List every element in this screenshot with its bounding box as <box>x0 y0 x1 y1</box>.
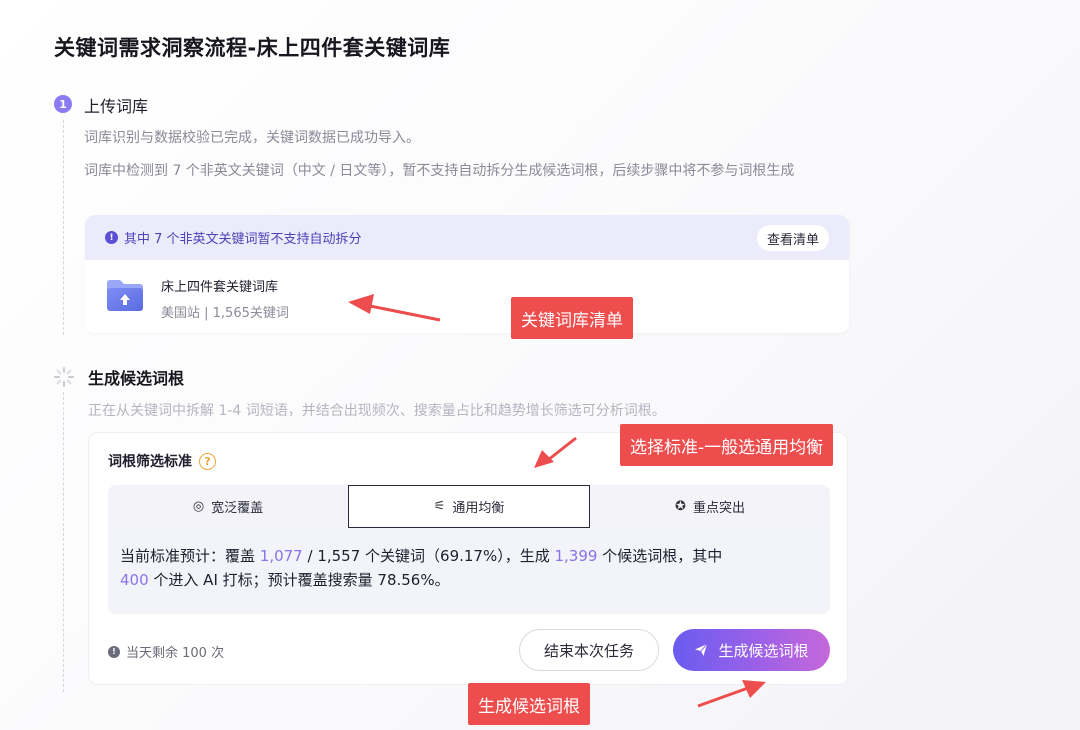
info-icon: ! <box>108 645 120 658</box>
info-icon: ! <box>105 231 118 244</box>
star-icon: ✪ <box>675 499 686 514</box>
step1-warning-description: 词库中检测到 7 个非英文关键词（中文 / 日文等），暂不支持自动拆分生成候选词… <box>84 163 795 179</box>
page-title: 关键词需求洞察流程-床上四件套关键词库 <box>54 36 451 60</box>
ai-tag-count: 400 <box>120 571 149 589</box>
tab-broad-coverage[interactable]: ◎ 宽泛覆盖 <box>108 485 348 528</box>
generated-count: 1,399 <box>554 547 598 565</box>
stats-text: 个进入 AI 打标；预计覆盖搜索量 78.56%。 <box>148 571 450 589</box>
keyword-library-card: ! 其中 7 个非英文关键词暂不支持自动拆分 查看清单 床上四件套关键词库 美国… <box>85 215 849 333</box>
stats-text: 个候选词根，其中 <box>597 547 723 565</box>
arrow-annotation <box>697 680 766 708</box>
step2-description: 正在从关键词中拆解 1-4 词短语，并结合出现频次、搜索量占比和趋势增长筛选可分… <box>88 403 666 419</box>
callout-criteria: 选择标准-一般选通用均衡 <box>620 424 834 466</box>
estimate-stats: 当前标准预计：覆盖 1,077 / 1,557 个关键词（69.17%），生成 … <box>108 528 830 614</box>
send-icon <box>695 643 708 656</box>
tab-label: 重点突出 <box>692 501 745 516</box>
criteria-tabs: ◎ 宽泛覆盖 ⚟ 通用均衡 ✪ 重点突出 <box>108 485 830 528</box>
criteria-card: 词根筛选标准 ? ◎ 宽泛覆盖 ⚟ 通用均衡 ✪ 重点突出 当前标准预计：覆盖 … <box>88 432 848 685</box>
arrow-annotation <box>534 436 577 468</box>
file-meta: 美国站 | 1,565关键词 <box>161 306 289 321</box>
tab-label: 宽泛覆盖 <box>211 501 264 516</box>
radar-icon: ◎ <box>192 499 205 514</box>
criteria-label-text: 词根筛选标准 <box>108 454 192 470</box>
view-list-button[interactable]: 查看清单 <box>756 225 829 251</box>
remaining-quota: ! 当天剩余 100 次 <box>108 642 224 661</box>
criteria-label: 词根筛选标准 ? <box>108 451 216 471</box>
loading-spinner-icon <box>54 367 74 387</box>
folder-upload-icon <box>107 280 143 311</box>
notice-bar: ! 其中 7 个非英文关键词暂不支持自动拆分 查看清单 <box>85 215 849 260</box>
stats-text: / 1,557 个关键词（69.17%），生成 <box>302 547 555 565</box>
timeline-divider <box>63 392 64 692</box>
step1-description: 词库识别与数据校验已完成，关键词数据已成功导入。 <box>84 130 420 146</box>
step1-title: 上传词库 <box>84 97 149 116</box>
file-name: 床上四件套关键词库 <box>161 280 279 295</box>
timeline-divider <box>63 120 64 335</box>
help-icon[interactable]: ? <box>199 452 216 470</box>
step2-title: 生成候选词根 <box>88 369 185 388</box>
tab-focused[interactable]: ✪ 重点突出 <box>590 485 830 528</box>
tab-balanced[interactable]: ⚟ 通用均衡 <box>348 485 590 528</box>
callout-keyword-list: 关键词库清单 <box>511 297 633 339</box>
callout-generate: 生成候选词根 <box>468 683 590 725</box>
sliders-icon: ⚟ <box>433 499 446 514</box>
step-number-badge: 1 <box>54 95 72 113</box>
end-task-button[interactable]: 结束本次任务 <box>519 629 659 671</box>
tab-label: 通用均衡 <box>452 501 505 516</box>
quota-text: 当天剩余 100 次 <box>126 646 225 661</box>
notice-text: 其中 7 个非英文关键词暂不支持自动拆分 <box>124 232 362 247</box>
arrow-annotation <box>348 294 441 322</box>
generate-button-label: 生成候选词根 <box>718 641 809 660</box>
covered-count: 1,077 <box>259 547 303 565</box>
stats-text: 当前标准预计：覆盖 <box>120 547 260 565</box>
generate-roots-button[interactable]: 生成候选词根 <box>673 629 830 671</box>
file-item[interactable]: 床上四件套关键词库 美国站 | 1,565关键词 <box>105 275 289 321</box>
